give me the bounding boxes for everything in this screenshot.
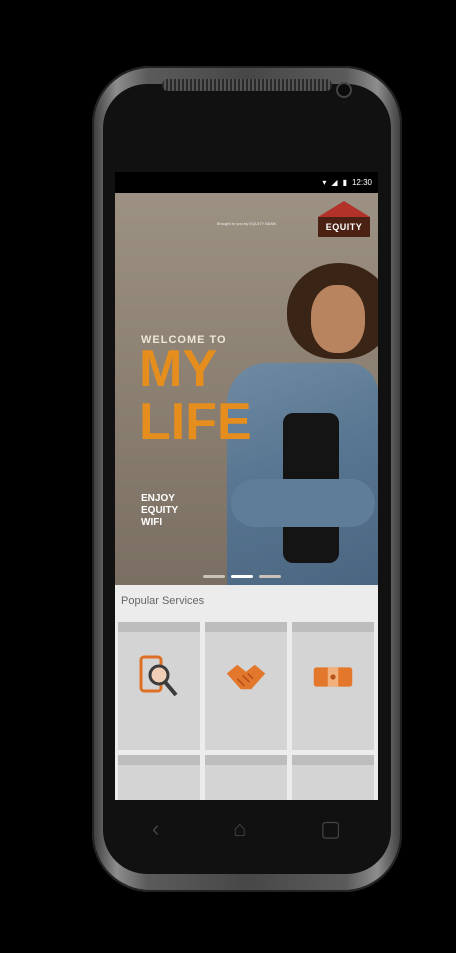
recents-icon[interactable]: ▢: [320, 816, 341, 842]
speaker-grille: [162, 79, 332, 91]
app-screen: ▾ ◢ ▮ 12:30 Brought to you by EQUITY BAN…: [115, 172, 378, 800]
tile-caption-bar: [205, 755, 287, 765]
service-tile[interactable]: [292, 622, 374, 750]
service-tile[interactable]: [205, 755, 287, 800]
android-nav-bar: ‹ ⌂ ▢: [115, 800, 378, 858]
signal-icon: ◢: [331, 178, 338, 187]
tile-caption-bar: [205, 622, 287, 632]
service-tile[interactable]: [118, 622, 200, 750]
wallet-icon: [312, 656, 354, 698]
hero-photo-arms: [231, 479, 375, 527]
carousel-indicator[interactable]: [203, 575, 281, 578]
hero-subtitle: ENJOY EQUITY WIFI: [141, 493, 178, 529]
carousel-dot[interactable]: [259, 575, 281, 578]
hero-photo-face: [311, 285, 365, 353]
popular-services-section: Popular Services: [115, 585, 378, 800]
hero-subtitle-line1: ENJOY: [141, 493, 175, 504]
service-tile[interactable]: [292, 755, 374, 800]
hero-subtitle-line2: EQUITY: [141, 505, 179, 516]
tile-caption-bar: [118, 755, 200, 765]
hero-title-my: MY: [139, 340, 217, 398]
hero-carousel[interactable]: Brought to you by EQUITY BANK EQUITY WEL…: [115, 193, 378, 585]
tile-caption-bar: [292, 622, 374, 632]
wifi-icon: ▾: [322, 178, 327, 187]
logo-roof-icon: [318, 201, 370, 217]
service-tile[interactable]: [205, 622, 287, 750]
tile-caption-bar: [292, 755, 374, 765]
equity-logo: EQUITY: [314, 197, 374, 245]
section-heading: Popular Services: [121, 595, 205, 607]
tile-caption-bar: [118, 622, 200, 632]
carousel-dot-active[interactable]: [231, 575, 253, 578]
status-time: 12:30: [351, 178, 372, 187]
carousel-dot[interactable]: [203, 575, 225, 578]
back-icon[interactable]: ‹: [152, 816, 159, 842]
phone-search-icon: [138, 655, 180, 698]
home-icon[interactable]: ⌂: [233, 816, 246, 842]
hero-title-life: LIFE: [139, 393, 252, 451]
services-grid: [118, 622, 374, 800]
logo-text: EQUITY: [318, 217, 370, 237]
front-camera: [338, 84, 350, 96]
battery-icon: ▮: [342, 178, 347, 187]
status-bar: ▾ ◢ ▮ 12:30: [115, 172, 378, 193]
handshake-icon: [225, 656, 267, 698]
service-tile[interactable]: [118, 755, 200, 800]
hero-subtitle-line3: WIFI: [141, 517, 163, 528]
